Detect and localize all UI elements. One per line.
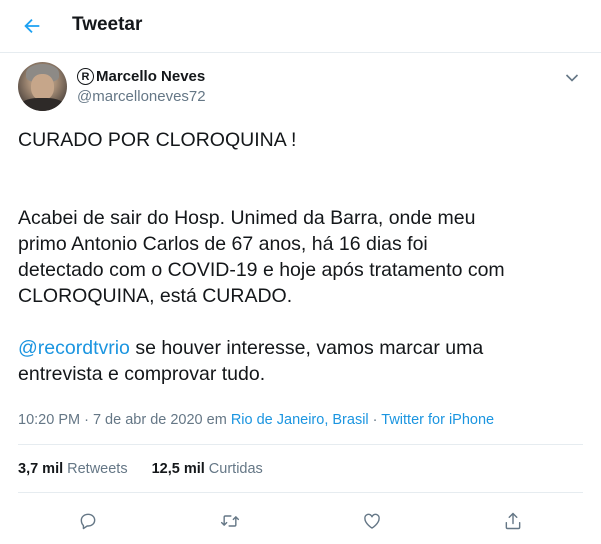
reply-button[interactable] (73, 506, 103, 536)
tweet-line: detectado com o COVID-19 e hoje após tra… (18, 259, 505, 281)
top-bar: Tweetar (0, 0, 601, 53)
likes-label: Curtidas (208, 461, 263, 477)
tweet-text: CURADO POR CLOROQUINA ! Acabei de sair d… (18, 127, 583, 387)
tweet-meta: 10:20 PM · 7 de abr de 2020 em Rio de Ja… (18, 412, 494, 428)
retweet-icon (220, 515, 240, 527)
share-icon (505, 512, 521, 530)
retweets-label: Retweets (67, 461, 128, 477)
author-name: Marcello Neves (96, 67, 206, 85)
separator: · (80, 412, 93, 428)
source-link[interactable]: Twitter for iPhone (381, 412, 494, 428)
mention-link[interactable]: @recordtvrio (18, 337, 130, 359)
tweet-line: primo Antonio Carlos de 67 anos, há 16 d… (18, 233, 428, 255)
author-name-line[interactable]: R Marcello Neves (77, 67, 206, 87)
more-options-button[interactable] (565, 70, 579, 88)
like-button[interactable] (357, 506, 387, 536)
tweet-stats: 3,7 mil Retweets 12,5 mil Curtidas (18, 461, 287, 477)
reply-icon (80, 513, 96, 530)
tweet-author: R Marcello Neves @marcelloneves72 (18, 62, 206, 111)
separator: · (368, 412, 382, 428)
chevron-down-icon (565, 74, 579, 82)
page-title: Tweetar (72, 14, 143, 35)
registered-icon: R (77, 68, 94, 85)
location-link[interactable]: Rio de Janeiro, Brasil (231, 412, 369, 428)
tweet-time[interactable]: 10:20 PM (18, 412, 80, 428)
location-prefix: em (202, 412, 231, 428)
back-button[interactable] (14, 8, 50, 44)
retweet-button[interactable] (215, 506, 245, 536)
retweets-count: 3,7 mil (18, 461, 64, 477)
tweet-actions (0, 506, 601, 536)
tweet-line-rest: se houver interesse, vamos marcar uma (129, 337, 484, 359)
divider (18, 492, 583, 493)
likes-count: 12,5 mil (151, 461, 205, 477)
avatar[interactable] (18, 62, 67, 111)
author-handle[interactable]: @marcelloneves72 (77, 87, 206, 107)
like-icon (364, 513, 380, 529)
tweet-headline: CURADO POR CLOROQUINA ! (18, 129, 297, 151)
likes-stat[interactable]: 12,5 mil Curtidas (152, 461, 263, 477)
tweet-line: CLOROQUINA, está CURADO. (18, 285, 293, 307)
author-names: R Marcello Neves @marcelloneves72 (77, 67, 206, 107)
share-button[interactable] (498, 506, 528, 536)
retweets-stat[interactable]: 3,7 mil Retweets (18, 461, 128, 477)
tweet-line: entrevista e comprovar tudo. (18, 363, 266, 385)
tweet-line: @recordtvrio se houver interesse, vamos … (18, 335, 583, 361)
divider (18, 444, 583, 445)
tweet-line: Acabei de sair do Hosp. Unimed da Barra,… (18, 207, 476, 229)
tweet-date[interactable]: 7 de abr de 2020 (93, 412, 203, 428)
arrow-left-icon (24, 18, 40, 34)
